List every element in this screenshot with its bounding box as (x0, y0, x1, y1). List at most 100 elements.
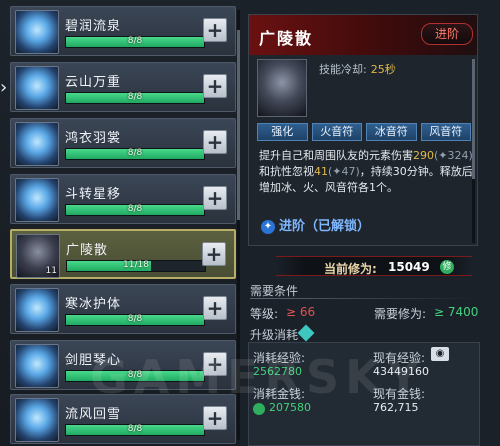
gold-coin-icon (253, 403, 265, 415)
skill-progress-bar: 8/8 (65, 314, 205, 326)
gold-have-value: 762,715 (373, 401, 419, 414)
add-skill-point-button[interactable]: + (203, 18, 227, 42)
requirements-divider (250, 298, 476, 299)
skill-name: 云山万重 (65, 75, 122, 90)
cultivation-req-label: 需要修为: (374, 307, 427, 321)
skill-progress-bar: 8/8 (65, 36, 205, 48)
skill-name: 碧润流泉 (65, 19, 122, 34)
skill-progress-bar: 8/8 (65, 148, 205, 160)
exp-have-value: 43449160 (373, 365, 429, 378)
skill-progress-text: 8/8 (127, 424, 143, 434)
upgrade-cost-title: 升级消耗 (250, 328, 299, 342)
add-skill-point-button[interactable]: + (203, 74, 227, 98)
gold-cost-label: 消耗金钱: (253, 387, 306, 401)
skill-name: 斗转星移 (65, 187, 122, 202)
eye-icon[interactable]: ◉ (431, 347, 449, 361)
cooldown-label: 技能冷却: (319, 63, 367, 76)
skill-progress-bar: 8/8 (65, 424, 205, 436)
cultivation-requirement: ≥ 7400 (434, 305, 479, 319)
skill-progress-text: 11/18 (123, 260, 149, 270)
gold-have-label: 现有金钱: (373, 387, 426, 401)
cultivation-value: 15049 (388, 260, 430, 274)
level-requirement: ≥ 66 (286, 305, 316, 319)
exp-cost-label: 消耗经验: (253, 351, 306, 365)
skill-thumbnail (15, 178, 59, 222)
requirements-title: 需要条件 (250, 284, 299, 298)
cooldown: 技能冷却: 25秒 (319, 61, 396, 77)
skill-thumbnail (15, 10, 59, 54)
desc-part-1: 提升自己和周围队友的元素伤害 (259, 149, 413, 162)
skill-item[interactable]: 碧润流泉 8/8 + (10, 6, 236, 56)
skill-item[interactable]: 流风回雪 8/8 + (10, 394, 236, 444)
desc-value-1: 290 (413, 149, 434, 162)
skill-name: 鸿衣羽裳 (65, 131, 122, 146)
add-skill-point-button[interactable]: + (203, 130, 227, 154)
skill-progress-bar: 8/8 (65, 370, 205, 382)
current-cultivation-banner: 当前修为: 15049 修 (276, 256, 472, 276)
skill-name: 广陵散 (66, 243, 109, 258)
skill-thumbnail (15, 344, 59, 388)
skill-progress-text: 8/8 (127, 314, 143, 324)
skill-description: 提升自己和周围队友的元素伤害290(✦324) 和抗性忽视41(✦47)，持续3… (259, 148, 473, 196)
skill-name: 流风回雪 (65, 407, 122, 422)
chevron-right-icon[interactable]: › (0, 78, 10, 98)
info-diamond-icon[interactable] (297, 324, 315, 342)
skill-item[interactable]: 鸿衣羽裳 8/8 + (10, 118, 236, 168)
advance-button[interactable]: 进阶 (421, 23, 473, 45)
unlock-status: ✦ 进阶（已解锁） (261, 215, 370, 234)
add-skill-point-button[interactable]: + (203, 186, 227, 210)
tag-ice-note[interactable]: 冰音符 (366, 123, 417, 141)
skill-thumbnail (15, 398, 59, 442)
desc-part-2: 和抗性忽视 (259, 165, 314, 178)
skill-progress-text: 8/8 (127, 204, 143, 214)
skill-list: › 碧润流泉 8/8 + 云山万重 8/8 + 鸿衣羽裳 8/8 + 斗转星移 8/8 +11 广陵散 1… (0, 0, 240, 446)
tag-fire-note[interactable]: 火音符 (311, 123, 362, 141)
scrollbar-thumb[interactable] (237, 30, 240, 220)
skill-thumbnail: 11 (16, 234, 60, 278)
skill-progress-bar: 8/8 (65, 204, 205, 216)
add-skill-point-button[interactable]: + (203, 296, 227, 320)
skill-thumbnail (15, 288, 59, 332)
unlock-text: 进阶（已解锁） (279, 219, 371, 234)
exp-have-label: 现有经验: (373, 351, 426, 365)
detail-scrollbar-thumb[interactable] (472, 59, 475, 179)
skill-item[interactable]: 11 广陵散 11/18 + (10, 229, 236, 279)
skill-item[interactable]: 云山万重 8/8 + (10, 62, 236, 112)
skill-name: 剑胆琴心 (65, 353, 122, 368)
skill-item[interactable]: 斗转星移 8/8 + (10, 174, 236, 224)
detail-header: 广陵散 进阶 (249, 15, 477, 55)
add-skill-point-button[interactable]: + (203, 406, 227, 430)
skill-tags: 强化 火音符 冰音符 风音符 (257, 123, 471, 141)
skill-list-scrollbar[interactable] (237, 10, 240, 440)
detail-scrollbar[interactable] (472, 59, 475, 243)
skill-detail-panel: 广陵散 进阶 技能冷却: 25秒 强化 火音符 冰音符 风音符 提升自己和周围队友… (248, 14, 478, 246)
unlock-icon: ✦ (261, 220, 275, 234)
upgrade-cost-box: 消耗经验: 2562780 现有经验: 43449160 ◉ 消耗金钱: 207… (248, 342, 480, 446)
skill-icon (257, 59, 307, 117)
cultivation-icon: 修 (440, 260, 454, 274)
skill-item[interactable]: 寒冰护体 8/8 + (10, 284, 236, 334)
tag-strengthen[interactable]: 强化 (257, 123, 308, 141)
cultivation-label: 当前修为: (324, 262, 377, 276)
skill-progress-bar: 8/8 (65, 92, 205, 104)
skill-title: 广陵散 (259, 29, 314, 48)
gold-cost-value: 207580 (269, 401, 311, 414)
skill-progress-text: 8/8 (127, 148, 143, 158)
add-skill-point-button[interactable]: + (203, 352, 227, 376)
desc-value-2-bonus: (✦47) (328, 165, 360, 178)
cooldown-value: 25秒 (370, 63, 396, 76)
skill-progress-text: 8/8 (127, 92, 143, 102)
desc-value-2: 41 (314, 165, 328, 178)
skill-name: 寒冰护体 (65, 297, 122, 312)
add-skill-point-button[interactable]: + (202, 242, 226, 266)
skill-level-badge: 11 (45, 266, 57, 276)
skill-progress-text: 8/8 (127, 370, 143, 380)
skill-item[interactable]: 剑胆琴心 8/8 + (10, 340, 236, 390)
tag-wind-note[interactable]: 风音符 (420, 123, 471, 141)
level-label: 等级: (250, 307, 279, 321)
skill-progress-text: 8/8 (127, 36, 143, 46)
desc-value-1-bonus: (✦324) (434, 149, 473, 162)
skill-thumbnail (15, 66, 59, 110)
exp-cost-value: 2562780 (253, 365, 302, 378)
skill-thumbnail (15, 122, 59, 166)
